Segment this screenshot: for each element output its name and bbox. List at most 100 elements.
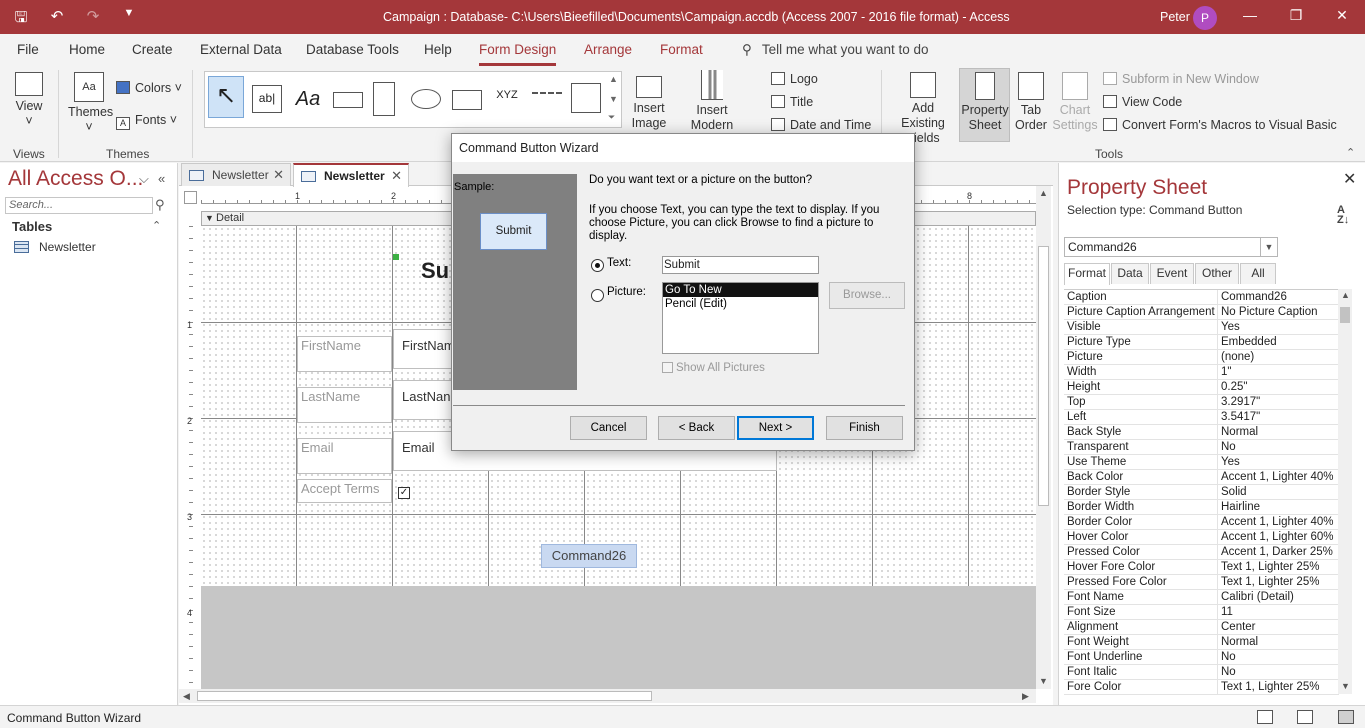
property-row[interactable]: Top 3.2917"	[1064, 395, 1339, 410]
tab-help[interactable]: Help	[424, 42, 452, 57]
property-row[interactable]: Hover Fore Color Text 1, Lighter 25%	[1064, 560, 1339, 575]
tab-home[interactable]: Home	[69, 42, 105, 57]
firstname-label[interactable]: FirstName	[297, 336, 392, 372]
list-item[interactable]: Pencil (Edit)	[663, 297, 818, 311]
property-value[interactable]: No	[1221, 440, 1339, 454]
tab-file[interactable]: File	[17, 42, 39, 57]
property-row[interactable]: Height 0.25"	[1064, 380, 1339, 395]
picture-option-radio[interactable]	[591, 289, 604, 302]
horizontal-scrollbar[interactable]: ◀ ▶	[179, 689, 1036, 703]
controls-gallery[interactable]: ↖ ab| Aa XYZ ▲ ▼ ⏷	[204, 71, 622, 128]
collapse-ribbon-icon[interactable]: ⌃	[1346, 146, 1355, 159]
nav-menu-icon[interactable]: ⌵	[139, 171, 149, 187]
scroll-down-icon[interactable]: ▼	[1341, 681, 1350, 691]
lastname-label[interactable]: LastName	[297, 387, 392, 423]
tab-form-design[interactable]: Form Design	[479, 42, 557, 66]
property-row[interactable]: Hover Color Accent 1, Lighter 60%	[1064, 530, 1339, 545]
button-control-icon[interactable]	[333, 92, 363, 108]
tab-database-tools[interactable]: Database Tools	[306, 42, 399, 57]
doc-tab-newsletter-table[interactable]: Newsletter ✕	[181, 163, 291, 186]
select-pointer-control[interactable]: ↖	[208, 76, 244, 118]
gallery-scroll-up-icon[interactable]: ▲	[609, 74, 618, 84]
property-value[interactable]: Yes	[1221, 320, 1339, 334]
tell-me-search[interactable]: ⚲ Tell me what you want to do	[742, 42, 928, 58]
property-scrollbar[interactable]: ▲ ▼	[1338, 289, 1352, 694]
property-value[interactable]: No	[1221, 665, 1339, 679]
property-row[interactable]: Picture (none)	[1064, 350, 1339, 365]
property-value[interactable]: Text 1, Lighter 25%	[1221, 575, 1339, 589]
property-value[interactable]: 3.5417"	[1221, 410, 1339, 424]
property-value[interactable]: Normal	[1221, 635, 1339, 649]
next-button[interactable]: Next >	[737, 416, 814, 440]
property-row[interactable]: Visible Yes	[1064, 320, 1339, 335]
property-value[interactable]: Embedded	[1221, 335, 1339, 349]
save-icon[interactable]: 🖫	[10, 7, 32, 32]
user-name[interactable]: Peter	[1160, 10, 1190, 24]
property-row[interactable]: Back Style Normal	[1064, 425, 1339, 440]
property-row[interactable]: Font Size 11	[1064, 605, 1339, 620]
email-label[interactable]: Email	[297, 438, 392, 474]
textbox-control-icon[interactable]: ab|	[252, 85, 282, 113]
design-view-icon[interactable]	[1338, 710, 1354, 724]
property-value[interactable]: Accent 1, Darker 25%	[1221, 545, 1339, 559]
subform-new-window-button[interactable]: Subform in New Window	[1103, 72, 1259, 86]
gallery-scroll-down-icon[interactable]: ▼	[609, 94, 618, 104]
property-value[interactable]: Text 1, Lighter 25%	[1221, 680, 1339, 694]
close-icon[interactable]: ✕	[1343, 169, 1356, 189]
property-value[interactable]: Yes	[1221, 455, 1339, 469]
scroll-thumb[interactable]	[1038, 246, 1049, 506]
property-value[interactable]: 11	[1221, 605, 1339, 619]
scroll-down-icon[interactable]: ▼	[1039, 676, 1048, 686]
cancel-button[interactable]: Cancel	[570, 416, 647, 440]
search-icon[interactable]: ⚲	[155, 197, 172, 214]
property-value[interactable]: Command26	[1221, 290, 1339, 304]
label-control-icon[interactable]: Aa	[293, 85, 323, 113]
text-option-label[interactable]: Text:	[607, 257, 631, 269]
property-row[interactable]: Width 1"	[1064, 365, 1339, 380]
nav-pane-header[interactable]: All Access O...	[8, 167, 143, 191]
property-value[interactable]: 3.2917"	[1221, 395, 1339, 409]
object-selector-dropdown[interactable]: Command26 ▼	[1064, 237, 1278, 257]
form-view-icon[interactable]	[1257, 710, 1273, 724]
customize-qat-icon[interactable]: ▼	[118, 7, 140, 32]
colors-button[interactable]: Colors ˅	[116, 81, 182, 95]
close-tab-icon[interactable]: ✕	[273, 167, 284, 183]
finish-button[interactable]: Finish	[826, 416, 903, 440]
tab-create[interactable]: Create	[132, 42, 173, 57]
scroll-up-icon[interactable]: ▲	[1039, 188, 1048, 198]
property-row[interactable]: Border Style Solid	[1064, 485, 1339, 500]
button-text-input[interactable]: Submit	[662, 256, 819, 274]
redo-icon[interactable]: ↷	[82, 7, 104, 32]
vertical-scrollbar[interactable]: ▲ ▼	[1036, 186, 1051, 689]
doc-tab-newsletter-form[interactable]: Newsletter ✕	[293, 163, 409, 187]
property-value[interactable]: Accent 1, Lighter 40%	[1221, 515, 1339, 529]
collapse-group-icon[interactable]: ⌃	[152, 219, 161, 232]
property-row[interactable]: Pressed Fore Color Text 1, Lighter 25%	[1064, 575, 1339, 590]
nav-group-tables[interactable]: Tables	[12, 219, 52, 234]
scroll-up-icon[interactable]: ▲	[1341, 290, 1350, 300]
chevron-down-icon[interactable]: ▼	[1260, 238, 1277, 256]
property-value[interactable]: Center	[1221, 620, 1339, 634]
tab-format[interactable]: Format	[660, 42, 703, 57]
property-row[interactable]: Font Name Calibri (Detail)	[1064, 590, 1339, 605]
property-value[interactable]: Text 1, Lighter 25%	[1221, 560, 1339, 574]
avatar[interactable]: P	[1193, 6, 1217, 30]
command26-button[interactable]: Command26	[541, 544, 637, 568]
prop-tab-event[interactable]: Event	[1150, 263, 1194, 284]
themes-button[interactable]: Aa Themes ˅	[68, 72, 113, 135]
property-value[interactable]: Normal	[1221, 425, 1339, 439]
undo-icon[interactable]: ↶	[46, 7, 68, 32]
property-row[interactable]: Back Color Accent 1, Lighter 40%	[1064, 470, 1339, 485]
title-button[interactable]: Title	[771, 95, 813, 109]
restore-icon[interactable]: ❐	[1286, 7, 1306, 24]
property-value[interactable]: Accent 1, Lighter 60%	[1221, 530, 1339, 544]
property-value[interactable]: (none)	[1221, 350, 1339, 364]
insert-image-button[interactable]: Insert Image	[630, 76, 668, 131]
property-value[interactable]: No	[1221, 650, 1339, 664]
web-browser-control-icon[interactable]	[452, 90, 482, 110]
property-row[interactable]: Font Italic No	[1064, 665, 1339, 680]
property-row[interactable]: Alignment Center	[1064, 620, 1339, 635]
option-group-control-icon[interactable]	[532, 92, 562, 112]
accept-terms-label[interactable]: Accept Terms	[297, 479, 392, 503]
tab-arrange[interactable]: Arrange	[584, 42, 632, 57]
